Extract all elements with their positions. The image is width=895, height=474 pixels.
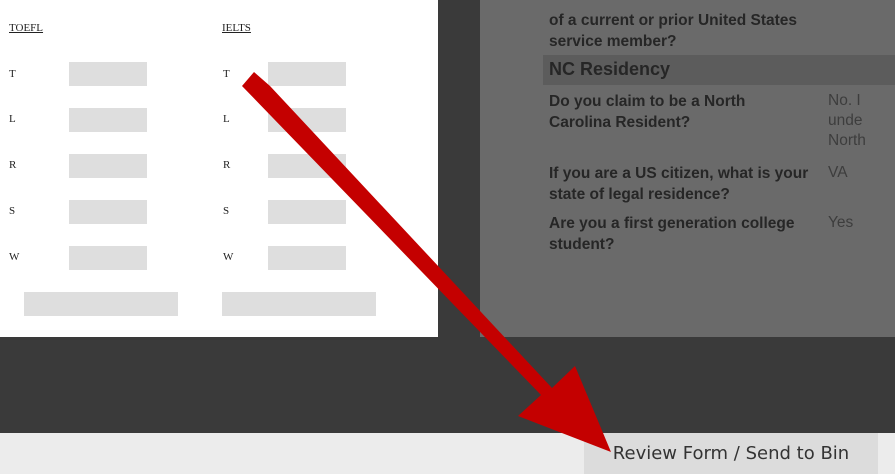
toefl-total-input[interactable] bbox=[24, 292, 178, 316]
ielts-s-input[interactable] bbox=[268, 200, 346, 224]
nc-residency-section-header: NC Residency bbox=[543, 55, 895, 85]
ielts-heading: IELTS bbox=[222, 22, 251, 34]
footer-bar: Review Form / Send to Bin bbox=[0, 433, 895, 474]
ielts-l-label: L bbox=[223, 113, 230, 125]
toefl-l-input[interactable] bbox=[69, 108, 147, 132]
toefl-t-input[interactable] bbox=[69, 62, 147, 86]
toefl-r-label: R bbox=[9, 159, 17, 171]
ielts-total-input[interactable] bbox=[222, 292, 376, 316]
ielts-w-label: W bbox=[223, 251, 234, 263]
toefl-l-label: L bbox=[9, 113, 16, 125]
military-question-partial: of a current or prior United States serv… bbox=[549, 12, 798, 50]
nc-resident-answer-line-1: No. I bbox=[828, 92, 861, 109]
first-gen-question: Are you a first generation college stude… bbox=[549, 215, 795, 253]
review-form-send-to-bin-button[interactable]: Review Form / Send to Bin bbox=[584, 433, 878, 474]
ielts-w-input[interactable] bbox=[268, 246, 346, 270]
toefl-r-input[interactable] bbox=[69, 154, 147, 178]
nc-resident-question: Do you claim to be a North Carolina Resi… bbox=[549, 93, 746, 131]
ielts-r-input[interactable] bbox=[268, 154, 346, 178]
english-scores-panel: TOEFL IELTS T L R S W T L R S W bbox=[0, 0, 438, 337]
first-gen-answer: Yes bbox=[828, 214, 854, 231]
toefl-s-label: S bbox=[9, 205, 16, 217]
ielts-r-label: R bbox=[223, 159, 231, 171]
section-title: NC Residency bbox=[549, 59, 671, 79]
nc-resident-answer-line-2: unde bbox=[828, 112, 863, 129]
application-review-panel: of a current or prior United States serv… bbox=[480, 0, 895, 337]
toefl-w-label: W bbox=[9, 251, 20, 263]
nc-resident-answer-line-3: North bbox=[828, 132, 866, 149]
ielts-s-label: S bbox=[223, 205, 230, 217]
toefl-t-label: T bbox=[9, 68, 16, 80]
ielts-t-label: T bbox=[223, 68, 230, 80]
legal-residence-answer: VA bbox=[828, 164, 848, 181]
toefl-w-input[interactable] bbox=[69, 246, 147, 270]
toefl-s-input[interactable] bbox=[69, 200, 147, 224]
toefl-heading: TOEFL bbox=[9, 22, 44, 34]
legal-residence-question: If you are a US citizen, what is your st… bbox=[549, 165, 809, 203]
ielts-t-input[interactable] bbox=[268, 62, 346, 86]
ielts-l-input[interactable] bbox=[268, 108, 346, 132]
